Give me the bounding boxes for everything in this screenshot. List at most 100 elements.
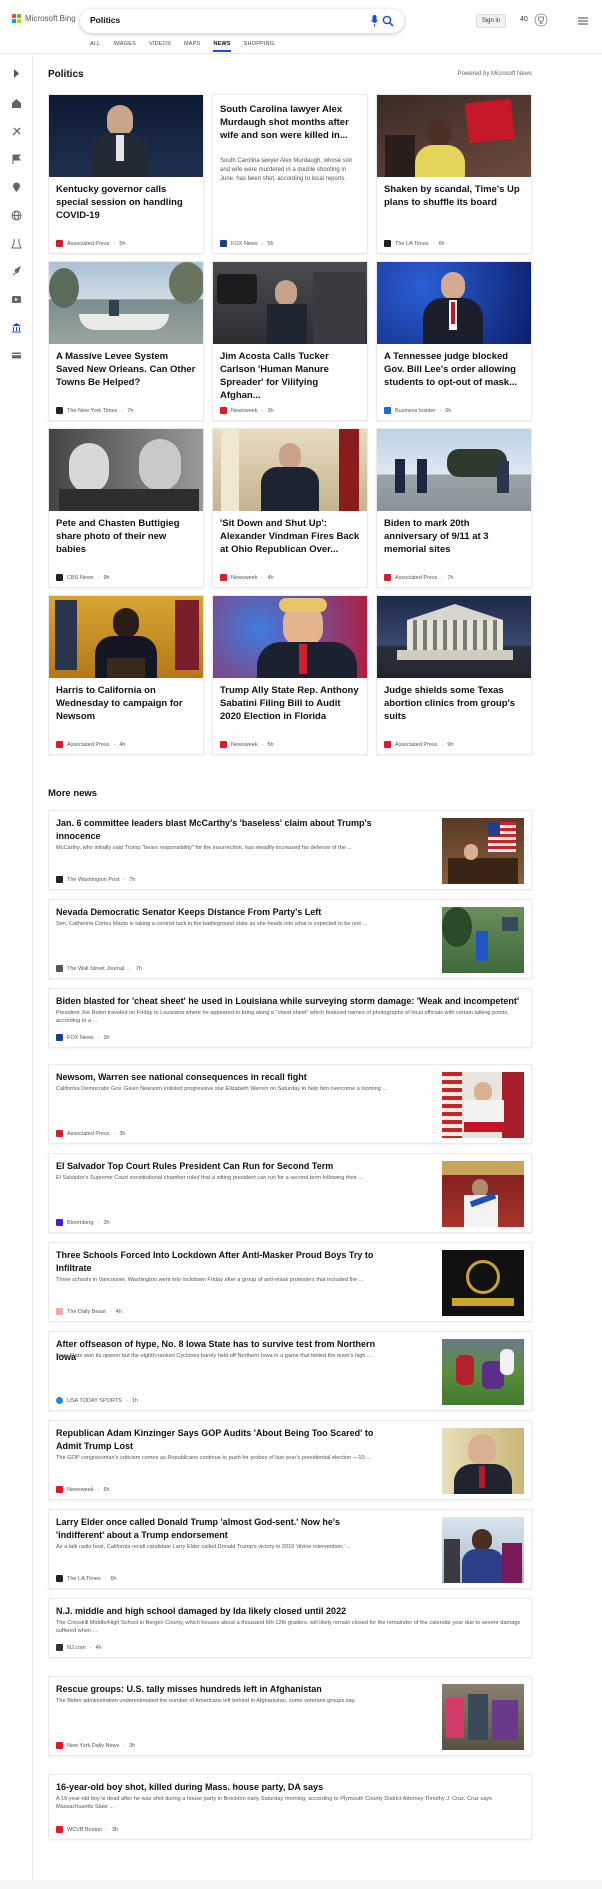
- search-input[interactable]: Politics: [90, 15, 120, 25]
- card-title[interactable]: A Tennessee judge blocked Gov. Bill Lee'…: [384, 350, 524, 389]
- news-item[interactable]: 16-year-old boy shot, killed during Mass…: [48, 1774, 532, 1840]
- news-grid: Kentucky governor calls special session …: [48, 94, 532, 755]
- politics-building-icon[interactable]: [10, 321, 22, 333]
- microphone-icon[interactable]: [371, 15, 378, 27]
- card-source: The LA Times · 6h: [384, 240, 445, 247]
- news-source: FOX News · 3h: [56, 1034, 110, 1041]
- card-icon[interactable]: [10, 349, 22, 361]
- news-source: WCVB Boston · 3h: [56, 1826, 118, 1833]
- news-card[interactable]: A Tennessee judge blocked Gov. Bill Lee'…: [376, 261, 532, 421]
- card-title[interactable]: Kentucky governor calls special session …: [56, 183, 196, 222]
- news-headline[interactable]: El Salvador Top Court Rules President Ca…: [56, 1160, 386, 1173]
- news-snippet: The GOP congressman's criticism comes as…: [56, 1455, 371, 1461]
- expand-chevron-icon[interactable]: [10, 67, 22, 79]
- video-icon[interactable]: [10, 293, 22, 305]
- card-title[interactable]: Judge shields some Texas abortion clinic…: [384, 684, 524, 723]
- news-card[interactable]: South Carolina lawyer Alex Murdaugh shot…: [212, 94, 368, 254]
- rocket-icon[interactable]: [10, 265, 22, 277]
- card-title[interactable]: A Massive Levee System Saved New Orleans…: [56, 350, 196, 389]
- trump-portrait-photo: [213, 596, 367, 678]
- news-card[interactable]: Biden to mark 20th anniversary of 9/11 a…: [376, 428, 532, 588]
- rewards-points[interactable]: 40: [520, 16, 528, 23]
- card-title[interactable]: Pete and Chasten Buttigieg share photo o…: [56, 517, 196, 556]
- search-box[interactable]: Politics: [80, 9, 404, 33]
- news-item[interactable]: Jan. 6 committee leaders blast McCarthy'…: [48, 810, 532, 890]
- card-title[interactable]: 'Sit Down and Shut Up': Alexander Vindma…: [220, 517, 360, 556]
- nyt-logo-icon: [56, 407, 63, 414]
- news-headline[interactable]: N.J. middle and high school damaged by I…: [56, 1605, 526, 1618]
- globe-icon[interactable]: [10, 209, 22, 221]
- news-headline[interactable]: Jan. 6 committee leaders blast McCarthy'…: [56, 817, 386, 843]
- news-card[interactable]: Harris to California on Wednesday to cam…: [48, 595, 204, 755]
- ap-logo-icon: [56, 240, 63, 247]
- menu-icon[interactable]: [578, 16, 588, 26]
- tab-videos[interactable]: VIDEOS: [149, 41, 184, 52]
- card-title[interactable]: Jim Acosta Calls Tucker Carlson 'Human M…: [220, 350, 360, 402]
- tab-news[interactable]: NEWS: [213, 41, 231, 52]
- news-thumbnail-image: [442, 1517, 524, 1583]
- tab-images[interactable]: IMAGES: [113, 41, 149, 52]
- news-card[interactable]: Pete and Chasten Buttigieg share photo o…: [48, 428, 204, 588]
- ap-logo-icon: [56, 1130, 63, 1137]
- tools-icon[interactable]: [10, 125, 22, 137]
- news-headline[interactable]: Biden blasted for 'cheat sheet' he used …: [56, 995, 526, 1008]
- news-headline[interactable]: Newsom, Warren see national consequences…: [56, 1071, 386, 1084]
- ap-logo-icon: [384, 574, 391, 581]
- tab-maps[interactable]: MAPS: [184, 41, 213, 52]
- tab-shopping[interactable]: SHOPPING: [244, 41, 288, 52]
- news-snippet: As a talk radio host, California recall …: [56, 1544, 351, 1550]
- news-headline[interactable]: Nevada Democratic Senator Keeps Distance…: [56, 906, 386, 919]
- news-source: Newsweek · 5h: [56, 1486, 110, 1493]
- news-card[interactable]: Shaken by scandal, Time's Up plans to sh…: [376, 94, 532, 254]
- news-card[interactable]: Judge shields some Texas abortion clinic…: [376, 595, 532, 755]
- news-card[interactable]: Jim Acosta Calls Tucker Carlson 'Human M…: [212, 261, 368, 421]
- news-thumbnail-image: [442, 1072, 524, 1138]
- home-icon[interactable]: [10, 97, 22, 109]
- card-title[interactable]: Shaken by scandal, Time's Up plans to sh…: [384, 183, 524, 209]
- officer-uniform-photo: [213, 429, 367, 511]
- news-item[interactable]: Republican Adam Kinzinger Says GOP Audit…: [48, 1420, 532, 1500]
- card-title[interactable]: Harris to California on Wednesday to cam…: [56, 684, 196, 723]
- card-source: Business Insider · 6h: [384, 407, 451, 414]
- news-card[interactable]: Kentucky governor calls special session …: [48, 94, 204, 254]
- news-item[interactable]: N.J. middle and high school damaged by I…: [48, 1598, 532, 1658]
- news-source: New York Daily News · 3h: [56, 1742, 135, 1749]
- vp-podium-photo: [49, 596, 203, 678]
- news-item[interactable]: Three Schools Forced Into Lockdown After…: [48, 1242, 532, 1322]
- news-headline[interactable]: Larry Elder once called Donald Trump 'al…: [56, 1516, 386, 1542]
- cbs-logo-icon: [56, 574, 63, 581]
- news-card[interactable]: Trump Ally State Rep. Anthony Sabatini F…: [212, 595, 368, 755]
- bing-logo[interactable]: Microsoft Bing: [12, 14, 76, 23]
- news-item[interactable]: Newsom, Warren see national consequences…: [48, 1064, 532, 1144]
- science-icon[interactable]: [10, 237, 22, 249]
- flag-icon[interactable]: [10, 153, 22, 165]
- news-card[interactable]: 'Sit Down and Shut Up': Alexander Vindma…: [212, 428, 368, 588]
- search-icon[interactable]: [382, 15, 394, 27]
- washington-post-logo-icon: [56, 876, 63, 883]
- card-title[interactable]: Trump Ally State Rep. Anthony Sabatini F…: [220, 684, 360, 723]
- news-headline[interactable]: 16-year-old boy shot, killed during Mass…: [56, 1781, 526, 1794]
- sign-in-button[interactable]: Sign in: [476, 14, 506, 28]
- news-item[interactable]: Nevada Democratic Senator Keeps Distance…: [48, 899, 532, 979]
- news-headline[interactable]: Rescue groups: U.S. tally misses hundred…: [56, 1683, 386, 1696]
- location-pin-icon[interactable]: [10, 181, 22, 193]
- news-item[interactable]: Rescue groups: U.S. tally misses hundred…: [48, 1676, 532, 1756]
- tab-all[interactable]: ALL: [90, 41, 113, 52]
- rewards-trophy-icon[interactable]: [534, 13, 548, 27]
- news-headline[interactable]: After offseason of hype, No. 8 Iowa Stat…: [56, 1338, 386, 1364]
- news-item[interactable]: After offseason of hype, No. 8 Iowa Stat…: [48, 1331, 532, 1411]
- la-times-logo-icon: [384, 240, 391, 247]
- card-title[interactable]: South Carolina lawyer Alex Murdaugh shot…: [220, 103, 360, 142]
- powered-by-label[interactable]: Powered by Microsoft News: [458, 71, 532, 77]
- governor-blue-backdrop-photo: [377, 262, 531, 344]
- news-headline[interactable]: Three Schools Forced Into Lockdown After…: [56, 1249, 386, 1275]
- news-snippet: California Democratic Gov. Gavin Newsom …: [56, 1086, 388, 1092]
- news-item[interactable]: El Salvador Top Court Rules President Ca…: [48, 1153, 532, 1233]
- news-item[interactable]: Larry Elder once called Donald Trump 'al…: [48, 1509, 532, 1589]
- card-source: Newsweek · 4h: [220, 574, 274, 581]
- news-thumbnail-image: [442, 1684, 524, 1750]
- news-headline[interactable]: Republican Adam Kinzinger Says GOP Audit…: [56, 1427, 386, 1453]
- news-item[interactable]: Biden blasted for 'cheat sheet' he used …: [48, 988, 532, 1048]
- news-card[interactable]: A Massive Levee System Saved New Orleans…: [48, 261, 204, 421]
- card-title[interactable]: Biden to mark 20th anniversary of 9/11 a…: [384, 517, 524, 556]
